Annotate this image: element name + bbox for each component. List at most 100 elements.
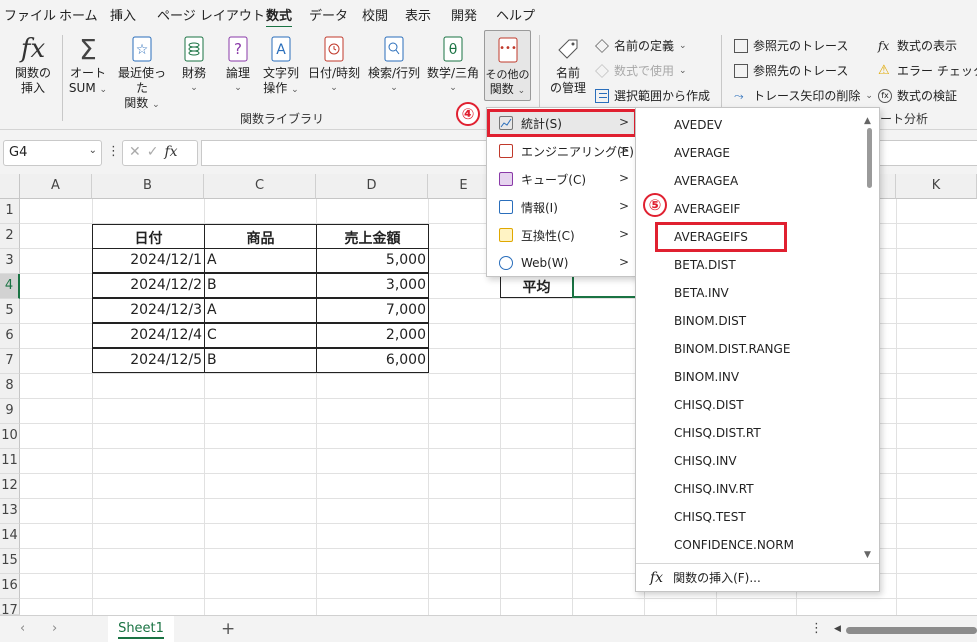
table-cell-date[interactable]: 2024/12/3 [92,298,205,323]
name-box[interactable]: G4 ⌄ [3,140,102,166]
row-header[interactable]: 12 [0,474,20,499]
scroll-left-icon[interactable]: ◀ [834,624,841,634]
text-functions-button[interactable]: A 文字列 操作 ⌄ [260,32,302,98]
scroll-up-icon[interactable]: ▲ [864,116,871,126]
row-header[interactable]: 10 [0,424,20,449]
row-header[interactable]: 8 [0,374,20,399]
function-item[interactable]: AVERAGEIF [674,202,740,216]
table-cell-date[interactable]: 2024/12/2 [92,273,205,298]
confirm-icon[interactable]: ✓ [147,144,165,160]
function-item[interactable]: CHISQ.TEST [674,510,746,524]
tab-insert[interactable]: 挿入 [110,5,136,24]
table-cell-product[interactable]: A [204,298,317,323]
function-item[interactable]: CONFIDENCE.NORM [674,538,794,552]
datetime-button[interactable]: 日付/時刻 ⌄ [305,32,363,96]
table-cell-product[interactable]: B [204,273,317,298]
tab-help[interactable]: ヘルプ [496,5,535,24]
column-header-c[interactable]: C [204,174,316,199]
table-cell-amount[interactable]: 7,000 [316,298,429,323]
next-sheet-icon[interactable]: › [52,621,57,636]
recent-functions-button[interactable]: ☆ 最近使った 関数 ⌄ [113,32,171,113]
trace-dependents-button[interactable]: 参照先のトレース [734,62,848,79]
menu-item-compatibility[interactable]: 互換性(C) > [487,221,637,249]
row-header[interactable]: 17 [0,599,20,618]
evaluate-formula-button[interactable]: fx 数式の検証 [878,87,957,104]
column-header-d[interactable]: D [316,174,428,199]
create-from-selection-button[interactable]: 選択範囲から作成 [595,87,710,104]
use-in-formula-button[interactable]: 数式で使用 ⌄ [595,62,687,79]
more-options-icon[interactable]: ⋮ [810,621,823,636]
tab-review[interactable]: 校閲 [362,5,388,24]
function-item[interactable]: CHISQ.INV [674,454,737,468]
row-header[interactable]: 5 [0,299,20,324]
show-formulas-button[interactable]: fx 数式の表示 [878,37,957,54]
add-sheet-button[interactable]: + [221,619,235,639]
table-header-amount[interactable]: 売上金額 [316,224,429,249]
function-item[interactable]: AVERAGEA [674,174,738,188]
function-item[interactable]: BETA.INV [674,286,729,300]
tab-data[interactable]: データ [309,5,348,24]
row-header[interactable]: 6 [0,324,20,349]
tab-file[interactable]: ファイル [4,5,56,24]
table-cell-product[interactable]: A [204,248,317,273]
financial-button[interactable]: 財務 ⌄ [176,32,212,96]
row-header[interactable]: 13 [0,499,20,524]
insert-function-button[interactable]: fx 関数の 挿入 [10,32,56,96]
column-header-k[interactable]: K [896,174,977,199]
table-cell-date[interactable]: 2024/12/1 [92,248,205,273]
table-header-product[interactable]: 商品 [204,224,317,249]
table-cell-product[interactable]: B [204,348,317,373]
function-item[interactable]: CHISQ.DIST [674,398,744,412]
insert-function-icon[interactable]: fx [164,144,177,160]
scroll-down-icon[interactable]: ▼ [864,550,871,560]
tab-home[interactable]: ホーム [59,5,98,24]
table-cell-amount[interactable]: 3,000 [316,273,429,298]
menu-item-information[interactable]: 情報(I) > [487,193,637,221]
menu-scrollbar[interactable]: ▲ ▼ [863,116,875,562]
row-header[interactable]: 11 [0,449,20,474]
row-header[interactable]: 16 [0,574,20,599]
function-item[interactable]: BINOM.DIST.RANGE [674,342,790,356]
row-header[interactable]: 9 [0,399,20,424]
chevron-down-icon[interactable]: ⌄ [89,145,97,156]
horizontal-scrollbar[interactable] [846,627,977,634]
select-all-corner[interactable] [0,174,20,199]
trace-precedents-button[interactable]: 参照元のトレース [734,37,848,54]
define-name-button[interactable]: 名前の定義 ⌄ [595,37,687,54]
row-header[interactable]: 14 [0,524,20,549]
lookup-button[interactable]: 検索/行列 ⌄ [366,32,422,96]
math-trig-button[interactable]: θ 数学/三角 ⌄ [424,32,482,96]
logical-button[interactable]: ? 論理 ⌄ [220,32,256,96]
row-header[interactable]: 3 [0,249,20,274]
function-item[interactable]: BETA.DIST [674,258,736,272]
function-item[interactable]: AVERAGE [674,146,730,160]
more-functions-button[interactable]: ••• その他の 関数 ⌄ [484,30,531,101]
cancel-icon[interactable]: ✕ [129,144,147,160]
row-header[interactable]: 2 [0,224,20,249]
column-header-a[interactable]: A [20,174,92,199]
table-cell-product[interactable]: C [204,323,317,348]
menu-item-engineering[interactable]: エンジニアリング(E) > [487,137,637,165]
prev-sheet-icon[interactable]: ‹ [20,621,25,636]
insert-function-menu-item[interactable]: fx 関数の挿入(F)... [650,569,761,586]
function-item[interactable]: BINOM.DIST [674,314,746,328]
menu-scroll-thumb[interactable] [867,128,872,188]
column-header-b[interactable]: B [92,174,204,199]
table-header-date[interactable]: 日付 [92,224,205,249]
tab-developer[interactable]: 開発 [451,5,477,24]
row-header[interactable]: 7 [0,349,20,374]
table-cell-amount[interactable]: 5,000 [316,248,429,273]
table-cell-amount[interactable]: 6,000 [316,348,429,373]
function-item[interactable]: CHISQ.DIST.RT [674,426,761,440]
tab-page-layout[interactable]: ページ レイアウト [157,5,265,24]
error-checking-button[interactable]: ⚠ エラー チェック ⌄ [878,62,977,79]
row-header-selected[interactable]: 4 [0,274,20,299]
function-item[interactable]: AVEDEV [674,118,722,132]
more-options-icon[interactable]: ⋮ [107,144,120,159]
autosum-button[interactable]: Σ オート SUM ⌄ [66,32,110,98]
table-cell-date[interactable]: 2024/12/5 [92,348,205,373]
menu-item-statistical[interactable]: 統計(S) > [487,109,637,137]
menu-item-cube[interactable]: キューブ(C) > [487,165,637,193]
table-cell-amount[interactable]: 2,000 [316,323,429,348]
remove-arrows-button[interactable]: ⤳ トレース矢印の削除 ⌄ [734,87,873,104]
